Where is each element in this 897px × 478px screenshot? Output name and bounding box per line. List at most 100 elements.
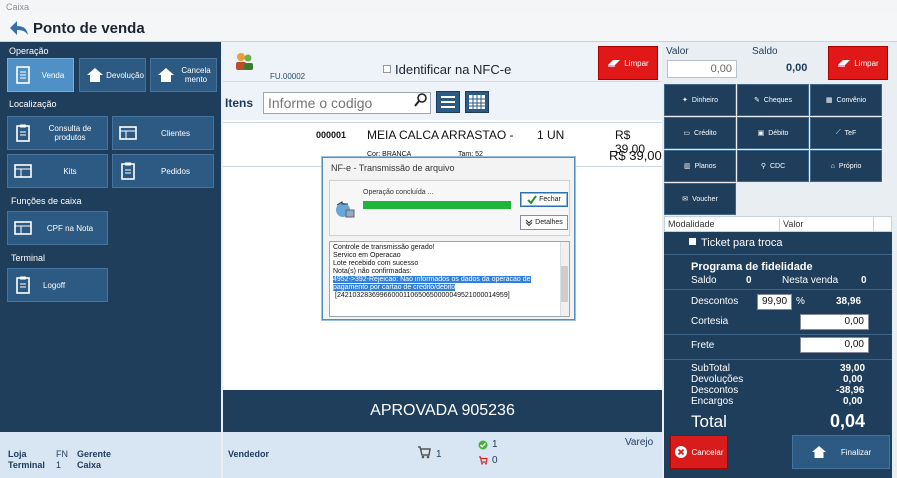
loja-label: Loja	[8, 449, 27, 459]
log-line-highlighted: pagamento por cartao de credito/debito	[333, 284, 456, 291]
window-title: Caixa	[0, 0, 897, 14]
clipboard-icon	[16, 124, 30, 142]
customers-icon[interactable]	[233, 50, 255, 72]
frete-input[interactable]: 0,00	[800, 337, 869, 353]
devolucao-button[interactable]: Devolução	[79, 58, 146, 92]
valor-column: Valor	[779, 219, 803, 233]
fid-saldo-value: 0	[746, 275, 752, 286]
page-header: Ponto de venda	[0, 14, 897, 42]
home-icon	[87, 68, 103, 82]
list-icon	[441, 96, 455, 108]
detalhes-button[interactable]: Detalhes	[520, 215, 568, 230]
pay-cheques-button[interactable]: ✎ Cheques	[737, 84, 809, 116]
dialog-title: NF-e - Transmissão de arquivo	[331, 163, 455, 173]
kits-button[interactable]: Kits	[7, 154, 108, 188]
pay-voucher-button[interactable]: ✉ Voucher	[664, 183, 736, 215]
cortesia-input[interactable]: 0,00	[800, 314, 869, 330]
cancelamento-button[interactable]: Cancela mento	[150, 58, 217, 92]
valor-label: Valor	[666, 46, 689, 57]
pay-proprio-button[interactable]: ⌂ Próprio	[810, 150, 882, 182]
scrollbar-thumb[interactable]	[561, 266, 568, 302]
checkbox-box[interactable]	[383, 65, 391, 73]
nfe-transmission-dialog: NF-e - Transmissão de arquivo Operação c…	[322, 157, 575, 320]
identificar-nfce-checkbox[interactable]: Identificar na NFC-e	[383, 62, 511, 77]
clientes-button[interactable]: Clientes	[112, 116, 214, 150]
logoff-button[interactable]: Logoff	[7, 268, 108, 302]
fidelidade-title: Programa de fidelidade	[691, 261, 813, 273]
caixa-label: Caixa	[77, 460, 102, 470]
consulta-produtos-button[interactable]: Consulta de produtos	[7, 116, 108, 150]
eraser-icon	[838, 60, 851, 67]
product-code-input[interactable]	[263, 92, 431, 114]
sale-footer: Vendedor Varejo 1 1 0	[223, 432, 662, 478]
home-icon	[158, 68, 174, 82]
item-code: 000001	[316, 130, 347, 140]
list-view-button[interactable]	[436, 91, 460, 113]
venda-button[interactable]: Venda	[7, 58, 74, 92]
descontos-total-value: -38,96	[836, 385, 865, 396]
pay-tef-button[interactable]: ⟋ TeF	[810, 117, 882, 149]
eraser-icon	[608, 60, 621, 67]
cancel-icon	[675, 446, 688, 458]
section-terminal: Terminal	[11, 253, 46, 263]
pay-planos-button[interactable]: ▥ Planos	[664, 150, 736, 182]
percent-sign: %	[796, 296, 805, 307]
item-quantity: 1 UN	[537, 128, 565, 142]
saldo-value: 0,00	[786, 62, 808, 74]
home-icon	[811, 446, 826, 458]
clipboard-icon	[16, 276, 30, 294]
descontos-label: Descontos	[691, 296, 739, 307]
valor-input[interactable]: 0,00	[667, 60, 737, 78]
pay-debito-button[interactable]: ▣ Débito	[737, 117, 809, 149]
log-line: Lote recebido com sucesso	[333, 260, 419, 267]
limpar-payment-button[interactable]: Limpar	[828, 46, 888, 80]
pay-dinheiro-button[interactable]: ✦ Dinheiro	[664, 84, 736, 116]
ok-count: 1	[492, 439, 498, 450]
varejo-label: Varejo	[625, 437, 654, 448]
voucher-icon: ✉	[682, 196, 689, 203]
itens-label: Itens	[225, 96, 254, 110]
grid-view-button[interactable]	[465, 91, 489, 113]
subtotal-value: 39,00	[840, 363, 866, 374]
approval-status: APROVADA 905236	[223, 390, 662, 432]
log-line-highlighted: 4952->392-Rejeicao: Nao informados os da…	[333, 276, 531, 283]
ticket-checkbox[interactable]	[689, 238, 696, 245]
clipboard-icon	[121, 162, 135, 180]
nesta-venda-value: 0	[861, 275, 867, 286]
payment-methods-grid: ✦ Dinheiro ✎ Cheques ▦ Convênio ▭ Crédito ▣ D…	[664, 84, 884, 216]
pay-convenio-button[interactable]: ▦ Convênio	[810, 84, 882, 116]
devolucoes-value: 0,00	[843, 374, 863, 385]
chart-icon: ▥	[683, 163, 691, 170]
customer-code: FU.00002	[270, 72, 306, 81]
building-icon: ▦	[825, 97, 833, 104]
transmission-log[interactable]: Controle de transmissão gerado! Servico …	[329, 241, 570, 317]
red-cart-icon	[479, 456, 488, 465]
log-scrollbar[interactable]	[560, 242, 569, 316]
page-title: Ponto de venda	[33, 20, 145, 37]
desconto-percent-input[interactable]: 99,90	[757, 294, 792, 310]
finalizar-button[interactable]: Finalizar	[792, 435, 890, 469]
pedidos-button[interactable]: Pedidos	[112, 154, 214, 188]
cancelar-button[interactable]: Cancelar	[670, 435, 728, 469]
window-icon	[119, 126, 137, 140]
limpar-customer-button[interactable]: Limpar	[598, 46, 658, 80]
search-icon[interactable]	[413, 92, 429, 108]
grid-icon	[469, 95, 485, 109]
cart-count: 0	[492, 455, 498, 466]
devolucoes-label: Devoluções	[691, 374, 744, 385]
item-search-bar: Itens	[223, 82, 662, 120]
fechar-button[interactable]: Fechar	[520, 192, 568, 207]
dialog-status-text: Operação concluída ...	[363, 189, 434, 196]
encargos-label: Encargos	[691, 396, 734, 407]
saldo-label: Saldo	[752, 46, 778, 57]
log-line: Servico em Operacao	[333, 252, 401, 259]
desconto-value: 38,96	[836, 296, 862, 307]
nesta-venda-label: Nesta venda	[782, 275, 839, 286]
cortesia-label: Cortesia	[691, 316, 729, 327]
card-icon: ▣	[757, 130, 765, 137]
pay-credito-button[interactable]: ▭ Crédito	[664, 117, 736, 149]
pay-cdc-button[interactable]: ⚲ CDC	[737, 150, 809, 182]
vendedor-label[interactable]: Vendedor	[228, 449, 269, 459]
cpf-na-nota-button[interactable]: CPF na Nota	[7, 211, 108, 245]
back-arrow-icon[interactable]	[8, 19, 30, 37]
